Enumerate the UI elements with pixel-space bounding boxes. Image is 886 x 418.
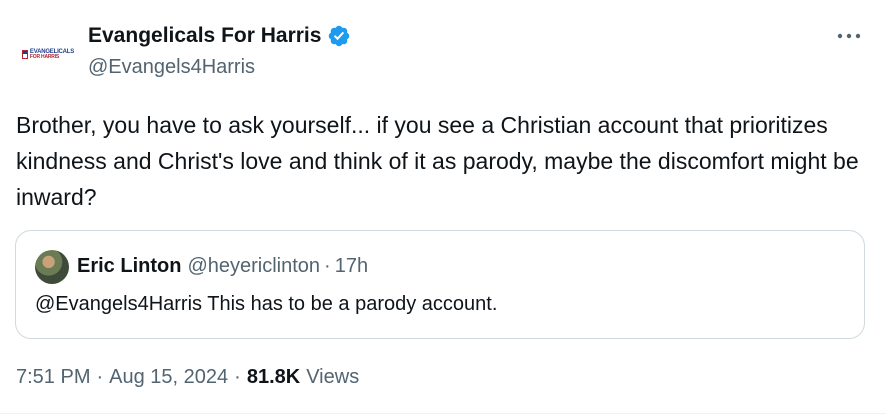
author-handle[interactable]: @Evangels4Harris bbox=[88, 56, 255, 79]
post-date[interactable]: Aug 15, 2024 bbox=[109, 366, 228, 389]
verified-badge-icon bbox=[329, 25, 350, 47]
more-options-button[interactable] bbox=[832, 24, 866, 48]
tweet-text: Brother, you have to ask yourself... if … bbox=[16, 112, 859, 210]
more-horizontal-icon bbox=[837, 33, 861, 39]
logo-line-2: FOR HARRIS bbox=[29, 53, 60, 60]
quoted-tweet-text: @Evangels4Harris This has to be a parody… bbox=[35, 293, 498, 315]
meta-separator: · bbox=[234, 366, 241, 388]
post-time[interactable]: 7:51 PM bbox=[16, 366, 90, 389]
author-display-name[interactable]: Evangelicals For Harris bbox=[88, 24, 321, 48]
quoted-separator: · bbox=[324, 255, 331, 277]
quoted-author-avatar[interactable] bbox=[35, 250, 69, 284]
author-name-row: Evangelicals For Harris bbox=[88, 24, 351, 48]
quoted-tweet[interactable]: Eric Linton @heyericlinton · 17h @Evange… bbox=[15, 230, 865, 339]
meta-separator: · bbox=[96, 366, 104, 388]
tweet-card: EVANGELICALS FOR HARRIS Evangelicals For… bbox=[0, 0, 886, 418]
flag-icon bbox=[21, 49, 28, 59]
quoted-tweet-header: Eric Linton @heyericlinton · 17h bbox=[77, 255, 368, 278]
tweet-meta: 7:51 PM · Aug 15, 2024 · 81.8K Views bbox=[16, 366, 359, 389]
quoted-timestamp[interactable]: 17h bbox=[335, 255, 368, 278]
logo-text: EVANGELICALS FOR HARRIS bbox=[30, 49, 74, 60]
quoted-author-name[interactable]: Eric Linton bbox=[77, 255, 181, 278]
quoted-author-handle[interactable]: @heyericlinton bbox=[187, 255, 320, 278]
divider bbox=[0, 413, 886, 414]
views-count[interactable]: 81.8K bbox=[247, 366, 300, 389]
author-logo: EVANGELICALS FOR HARRIS bbox=[21, 49, 74, 60]
views-label: Views bbox=[306, 366, 360, 388]
author-avatar[interactable]: EVANGELICALS FOR HARRIS bbox=[16, 22, 80, 86]
